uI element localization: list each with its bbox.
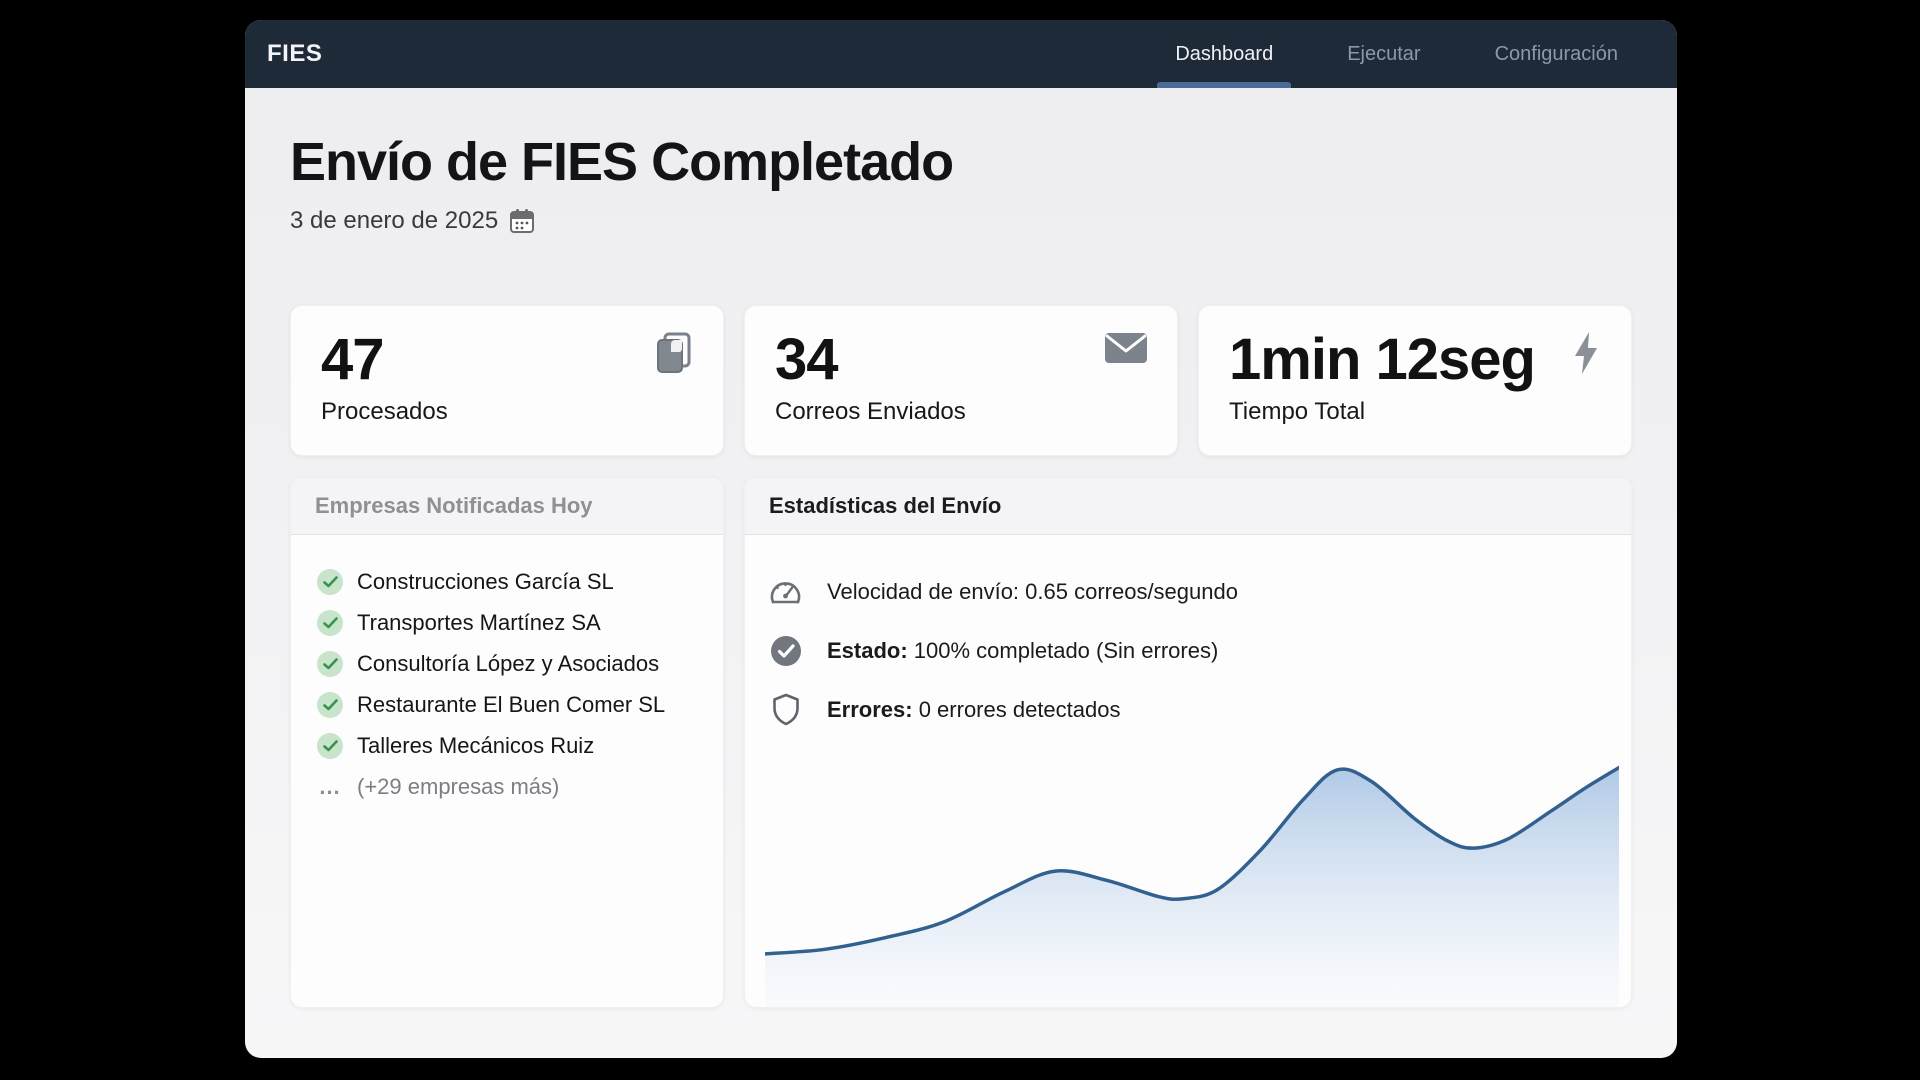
- stat-card-correos: 34 Correos Enviados: [744, 305, 1178, 456]
- panels-row: Empresas Notificadas Hoy Construcciones …: [290, 477, 1632, 1008]
- speedometer-icon: [769, 577, 802, 607]
- company-name: Construcciones García SL: [357, 569, 614, 595]
- page-title: Envío de FIES Completado: [290, 131, 1632, 193]
- stat-label: Tiempo Total: [1229, 398, 1601, 426]
- list-item: Talleres Mecánicos Ruiz: [317, 725, 697, 766]
- report-date-text: 3 de enero de 2025: [290, 207, 498, 235]
- stat-card-tiempo: 1min 12seg Tiempo Total: [1198, 305, 1632, 456]
- stat-row-velocidad: Velocidad de envío: 0.65 correos/segundo: [769, 575, 1607, 608]
- check-icon: [317, 733, 343, 759]
- check-icon: [317, 692, 343, 718]
- companies-panel-title: Empresas Notificadas Hoy: [291, 478, 723, 535]
- list-item: Transportes Martínez SA: [317, 602, 697, 643]
- lightning-icon: [1569, 330, 1603, 381]
- more-companies: ... (+29 empresas más): [317, 766, 697, 807]
- stat-row-errores: Errores: 0 errores detectados: [769, 693, 1607, 726]
- report-date: 3 de enero de 2025: [290, 207, 1632, 235]
- navbar: FIES Dashboard Ejecutar Configuración: [245, 20, 1677, 88]
- company-name: Transportes Martínez SA: [357, 610, 601, 636]
- check-icon: [317, 651, 343, 677]
- companies-panel: Empresas Notificadas Hoy Construcciones …: [290, 477, 724, 1008]
- stat-card-procesados: 47 Procesados: [290, 305, 724, 456]
- stat-value: 34: [775, 328, 1147, 392]
- stat-row-estado: Estado: 100% completado (Sin errores): [769, 634, 1607, 667]
- stat-row-text: Errores: 0 errores detectados: [827, 697, 1121, 723]
- ellipsis: ...: [317, 774, 343, 800]
- statistics-panel-title: Estadísticas del Envío: [745, 478, 1631, 535]
- app-logo: FIES: [267, 40, 322, 68]
- stat-label: Procesados: [321, 398, 693, 426]
- statistics-rows: Velocidad de envío: 0.65 correos/segundo…: [745, 535, 1631, 726]
- documents-icon: [651, 330, 695, 381]
- more-companies-label: (+29 empresas más): [357, 774, 559, 800]
- stat-row-text: Estado: 100% completado (Sin errores): [827, 638, 1218, 664]
- nav-menu: Dashboard Ejecutar Configuración: [1161, 20, 1632, 88]
- shield-icon: [769, 693, 802, 726]
- list-item: Restaurante El Buen Comer SL: [317, 684, 697, 725]
- envelope-icon: [1103, 330, 1149, 371]
- check-circle-icon: [769, 635, 802, 667]
- nav-item-dashboard[interactable]: Dashboard: [1161, 20, 1287, 88]
- check-icon: [317, 569, 343, 595]
- nav-item-ejecutar[interactable]: Ejecutar: [1333, 20, 1434, 88]
- stats-cards: 47 Procesados 34 Correos Enviados: [290, 305, 1632, 456]
- stat-label: Correos Enviados: [775, 398, 1147, 426]
- statistics-panel: Estadísticas del Envío: [744, 477, 1632, 1008]
- stat-row-text: Velocidad de envío: 0.65 correos/segundo: [827, 579, 1238, 605]
- calendar-icon: [508, 207, 536, 235]
- envio-area-chart: [765, 737, 1619, 1007]
- list-item: Consultoría López y Asociados: [317, 643, 697, 684]
- company-name: Talleres Mecánicos Ruiz: [357, 733, 594, 759]
- company-name: Consultoría López y Asociados: [357, 651, 659, 677]
- app-window: FIES Dashboard Ejecutar Configuración En…: [245, 20, 1677, 1058]
- main-content: Envío de FIES Completado 3 de enero de 2…: [245, 88, 1677, 1008]
- check-icon: [317, 610, 343, 636]
- company-list: Construcciones García SL Transportes Mar…: [291, 535, 723, 833]
- stat-value: 47: [321, 328, 693, 392]
- stat-value: 1min 12seg: [1229, 328, 1601, 392]
- list-item: Construcciones García SL: [317, 561, 697, 602]
- company-name: Restaurante El Buen Comer SL: [357, 692, 665, 718]
- nav-item-configuracion[interactable]: Configuración: [1481, 20, 1632, 88]
